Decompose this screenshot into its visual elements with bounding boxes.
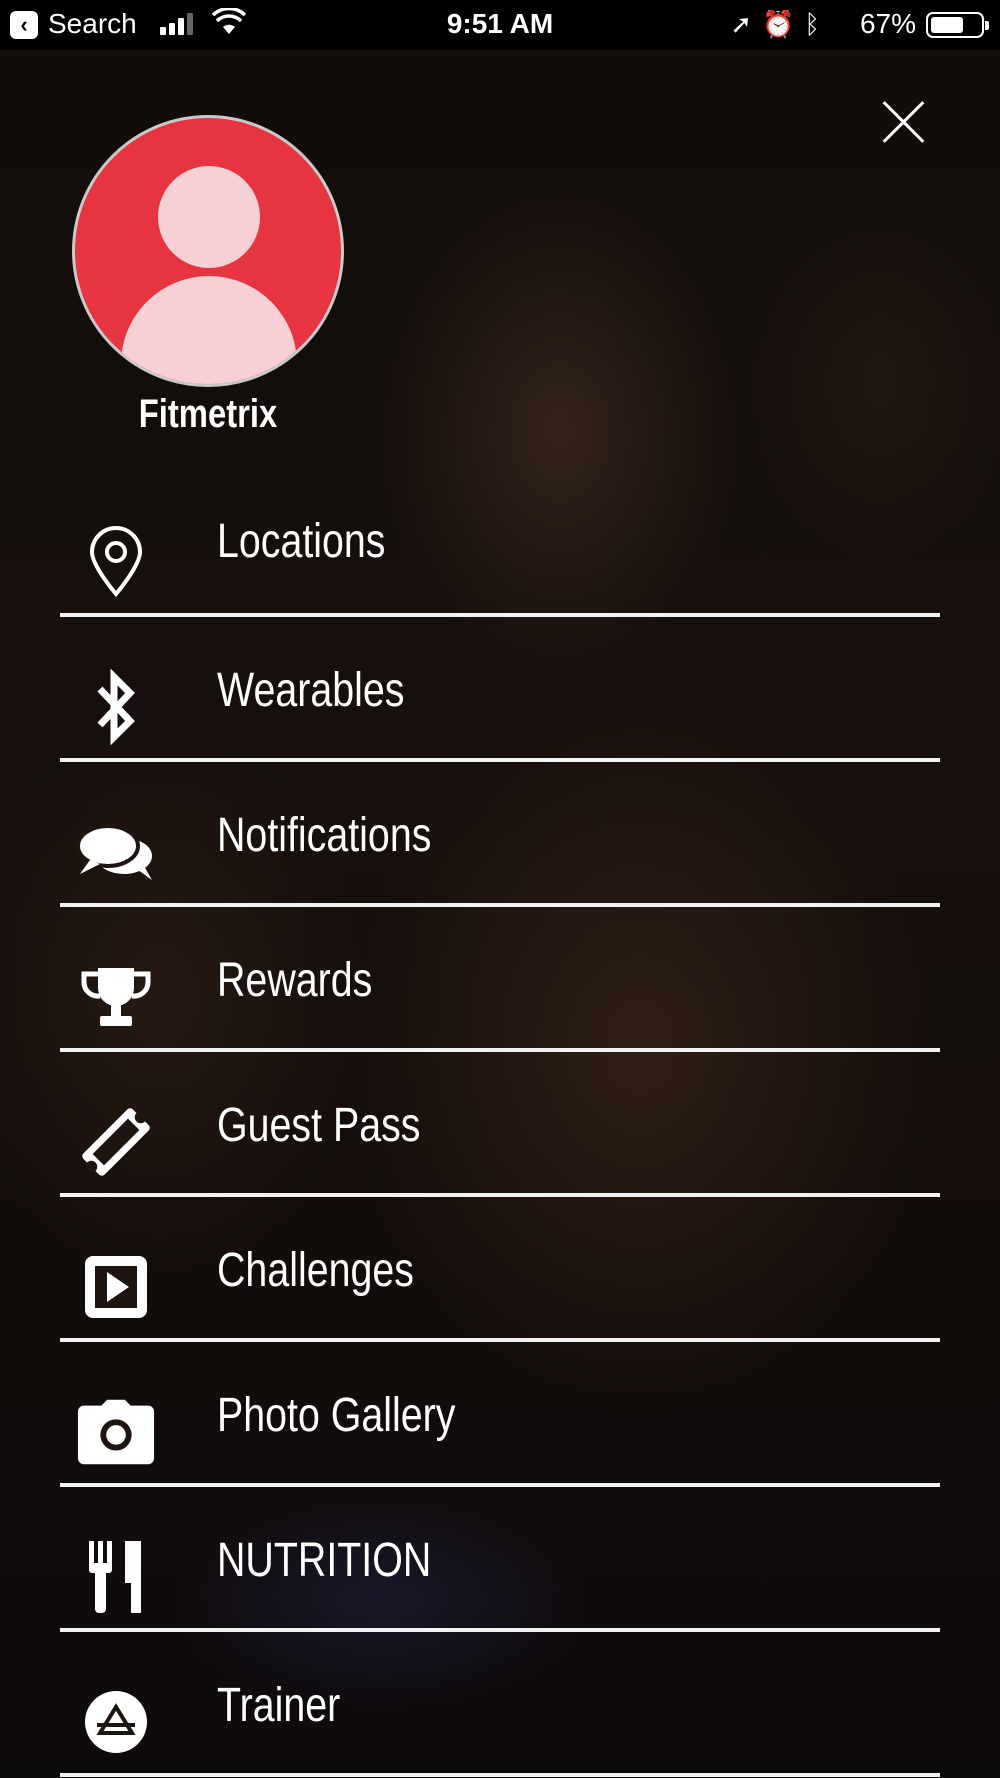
bluetooth-icon — [76, 667, 156, 747]
alarm-icon: ⏰ — [762, 9, 805, 39]
chat-bubbles-icon — [76, 812, 156, 892]
trainer-icon — [76, 1682, 156, 1762]
profile-name: Fitmetrix — [138, 392, 278, 436]
menu-item-trainer[interactable]: Trainer — [60, 1632, 940, 1777]
menu-item-label: Challenges — [217, 1244, 414, 1297]
menu-item-label: Wearables — [217, 664, 405, 717]
menu-item-label: Trainer — [217, 1679, 341, 1732]
menu-item-challenges[interactable]: Challenges — [60, 1197, 940, 1342]
bluetooth-status-icon: ᛒ — [804, 9, 830, 39]
camera-icon — [76, 1392, 156, 1472]
avatar-body — [121, 276, 297, 384]
avatar[interactable] — [72, 115, 344, 387]
status-time: 9:51 AM — [446, 8, 554, 39]
menu-item-guest-pass[interactable]: Guest Pass — [60, 1052, 940, 1197]
trophy-icon — [76, 957, 156, 1037]
battery-icon — [926, 12, 989, 38]
menu-item-photo-gallery[interactable]: Photo Gallery — [60, 1342, 940, 1487]
close-menu-button[interactable] — [880, 98, 928, 146]
menu-item-locations[interactable]: Locations — [60, 472, 940, 617]
menu-item-nutrition[interactable]: NUTRITION — [60, 1487, 940, 1632]
battery-percentage: 67% — [859, 8, 916, 39]
side-menu: Locations Wearables Notifications Reward… — [60, 472, 940, 1777]
menu-item-notifications[interactable]: Notifications — [60, 762, 940, 907]
status-bar: ‹ Search 9:51 AM ➚⏰ᛒ 67% — [0, 0, 1000, 50]
avatar-head — [158, 166, 260, 268]
status-icons: ➚⏰ᛒ — [730, 9, 830, 40]
menu-item-label: Guest Pass — [217, 1099, 421, 1152]
menu-item-label: Notifications — [217, 809, 432, 862]
menu-item-label: NUTRITION — [217, 1534, 432, 1587]
utensils-icon — [76, 1537, 156, 1617]
battery-fill — [931, 17, 964, 33]
menu-item-label: Photo Gallery — [217, 1389, 456, 1442]
play-icon — [76, 1247, 156, 1327]
location-pin-icon — [76, 522, 156, 602]
location-arrow-icon: ➚ — [730, 9, 763, 39]
ticket-icon — [76, 1102, 156, 1182]
menu-item-label: Rewards — [217, 954, 373, 1007]
menu-item-rewards[interactable]: Rewards — [60, 907, 940, 1052]
menu-item-wearables[interactable]: Wearables — [60, 617, 940, 762]
menu-item-label: Locations — [217, 515, 386, 568]
